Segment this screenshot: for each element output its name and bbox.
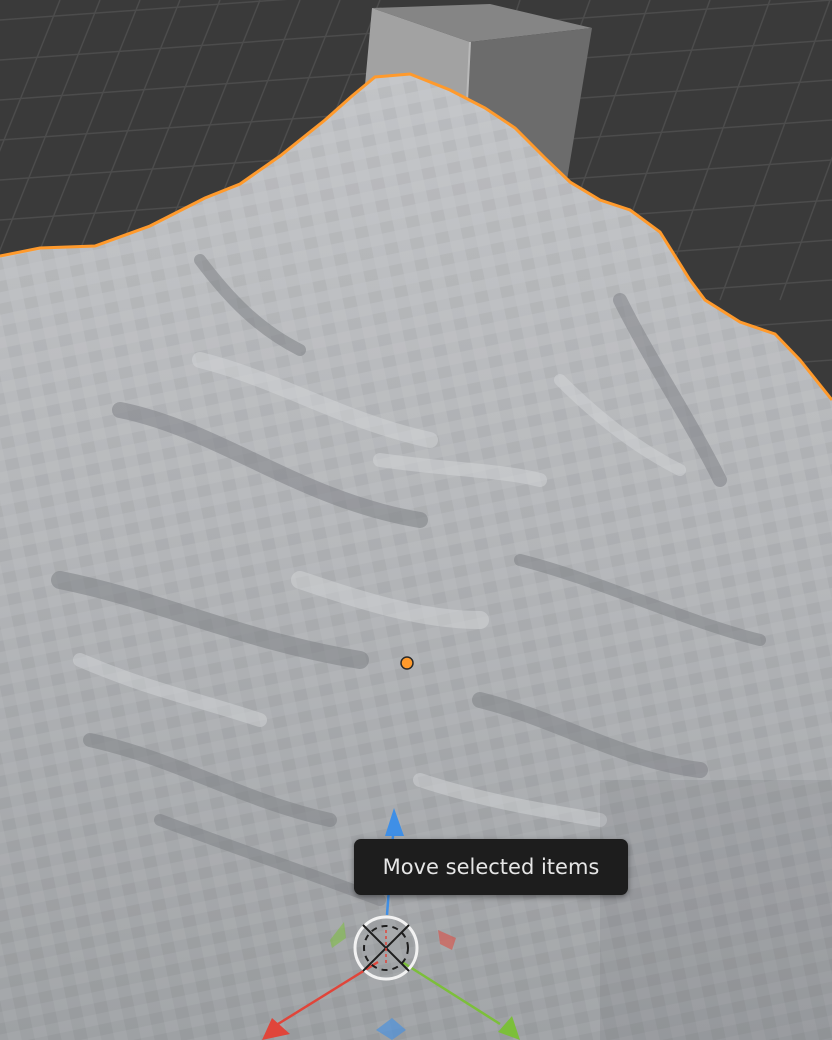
3d-viewport[interactable]: Move selected items — [0, 0, 832, 1040]
tooltip-text: Move selected items — [382, 855, 600, 879]
move-gizmo-center-icon[interactable] — [353, 915, 419, 981]
tooltip: Move selected items — [354, 839, 628, 895]
origin-point — [400, 656, 414, 670]
